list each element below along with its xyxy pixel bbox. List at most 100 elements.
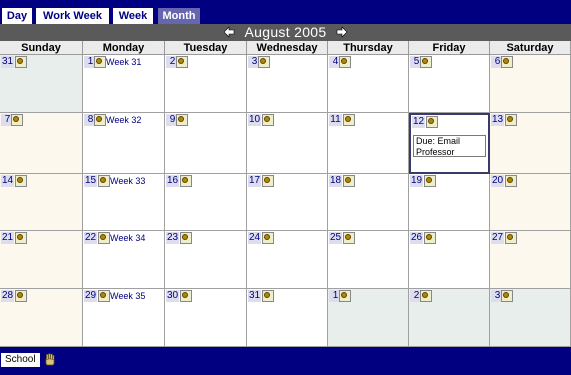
day-cell[interactable]: 24 — [247, 231, 328, 289]
day-cell[interactable]: 4 — [328, 55, 409, 113]
add-event-icon[interactable] — [180, 175, 192, 187]
day-number[interactable]: 22 — [84, 232, 98, 244]
day-number[interactable]: 24 — [248, 232, 262, 244]
day-cell[interactable]: 16 — [165, 174, 247, 231]
day-cell[interactable]: 31 — [247, 289, 328, 347]
add-event-icon[interactable] — [262, 290, 274, 302]
hand-icon[interactable] — [43, 353, 57, 367]
add-event-icon[interactable] — [98, 290, 110, 302]
day-cell[interactable]: 11 — [328, 113, 409, 174]
add-event-icon[interactable] — [15, 175, 27, 187]
day-number[interactable]: 20 — [491, 175, 505, 187]
add-event-icon[interactable] — [339, 56, 351, 68]
add-event-icon[interactable] — [501, 56, 513, 68]
day-number[interactable]: 18 — [329, 175, 343, 187]
day-number[interactable]: 13 — [491, 114, 505, 126]
tab-day[interactable]: Day — [2, 8, 32, 24]
day-cell[interactable]: 28 — [0, 289, 83, 347]
add-event-icon[interactable] — [98, 175, 110, 187]
day-number[interactable]: 26 — [410, 232, 424, 244]
day-cell[interactable]: 2 — [409, 289, 490, 347]
day-cell[interactable]: 10 — [247, 113, 328, 174]
day-cell[interactable]: 19 — [409, 174, 490, 231]
add-event-icon[interactable] — [11, 114, 23, 126]
add-event-icon[interactable] — [501, 290, 513, 302]
week-number-label[interactable]: Week 33 — [110, 175, 145, 187]
day-number[interactable]: 29 — [84, 290, 98, 302]
add-event-icon[interactable] — [343, 232, 355, 244]
add-event-icon[interactable] — [505, 232, 517, 244]
week-number-label[interactable]: Week 35 — [110, 290, 145, 302]
add-event-icon[interactable] — [339, 290, 351, 302]
add-event-icon[interactable] — [424, 232, 436, 244]
day-number[interactable]: 17 — [248, 175, 262, 187]
day-cell[interactable]: 7 — [0, 113, 83, 174]
day-number[interactable]: 23 — [166, 232, 180, 244]
add-event-icon[interactable] — [343, 114, 355, 126]
day-cell[interactable]: 3 — [490, 289, 571, 347]
day-cell[interactable]: 20 — [490, 174, 571, 231]
right-arrow-icon[interactable] — [336, 26, 348, 38]
day-cell[interactable]: 26 — [409, 231, 490, 289]
day-cell[interactable]: 29 Week 35 — [83, 289, 165, 347]
day-number[interactable]: 28 — [1, 290, 15, 302]
add-event-icon[interactable] — [94, 114, 106, 126]
day-cell[interactable]: 12 Due: Email Professor — [409, 113, 490, 174]
day-cell[interactable]: 31 — [0, 55, 83, 113]
day-cell[interactable]: 8 Week 32 — [83, 113, 165, 174]
add-event-icon[interactable] — [424, 175, 436, 187]
day-cell[interactable]: 9 — [165, 113, 247, 174]
day-cell[interactable]: 6 — [490, 55, 571, 113]
day-number[interactable]: 31 — [248, 290, 262, 302]
add-event-icon[interactable] — [176, 114, 188, 126]
day-cell[interactable]: 23 — [165, 231, 247, 289]
add-event-icon[interactable] — [262, 114, 274, 126]
day-cell[interactable]: 1 Week 31 — [83, 55, 165, 113]
day-cell[interactable]: 13 — [490, 113, 571, 174]
day-cell[interactable]: 18 — [328, 174, 409, 231]
day-number[interactable]: 14 — [1, 175, 15, 187]
calendar-name-school[interactable]: School — [1, 353, 40, 367]
day-number[interactable]: 21 — [1, 232, 15, 244]
add-event-icon[interactable] — [15, 56, 27, 68]
day-cell[interactable]: 21 — [0, 231, 83, 289]
add-event-icon[interactable] — [176, 56, 188, 68]
day-number[interactable]: 30 — [166, 290, 180, 302]
add-event-icon[interactable] — [343, 175, 355, 187]
day-number[interactable]: 11 — [329, 114, 342, 126]
add-event-icon[interactable] — [262, 175, 274, 187]
add-event-icon[interactable] — [420, 290, 432, 302]
left-arrow-icon[interactable] — [223, 26, 235, 38]
tab-month[interactable]: Month — [158, 8, 200, 24]
add-event-icon[interactable] — [94, 56, 106, 68]
day-number[interactable]: 15 — [84, 175, 98, 187]
tab-week[interactable]: Week — [113, 8, 153, 24]
day-cell[interactable]: 14 — [0, 174, 83, 231]
day-cell[interactable]: 15 Week 33 — [83, 174, 165, 231]
calendar-event[interactable]: Due: Email Professor — [413, 135, 486, 157]
add-event-icon[interactable] — [258, 56, 270, 68]
day-cell[interactable]: 2 — [165, 55, 247, 113]
week-number-label[interactable]: Week 31 — [106, 56, 141, 68]
day-cell[interactable]: 27 — [490, 231, 571, 289]
day-number[interactable]: 12 — [412, 116, 426, 128]
add-event-icon[interactable] — [426, 116, 438, 128]
day-number[interactable]: 16 — [166, 175, 180, 187]
day-cell[interactable]: 22 Week 34 — [83, 231, 165, 289]
day-cell[interactable]: 17 — [247, 174, 328, 231]
day-number[interactable]: 10 — [248, 114, 262, 126]
add-event-icon[interactable] — [505, 114, 517, 126]
add-event-icon[interactable] — [505, 175, 517, 187]
day-cell[interactable]: 30 — [165, 289, 247, 347]
day-number[interactable]: 25 — [329, 232, 343, 244]
day-cell[interactable]: 3 — [247, 55, 328, 113]
add-event-icon[interactable] — [15, 232, 27, 244]
add-event-icon[interactable] — [15, 290, 27, 302]
day-cell[interactable]: 25 — [328, 231, 409, 289]
day-number[interactable]: 31 — [1, 56, 15, 68]
day-number[interactable]: 19 — [410, 175, 424, 187]
tab-work-week[interactable]: Work Week — [36, 8, 109, 24]
day-cell[interactable]: 1 — [328, 289, 409, 347]
add-event-icon[interactable] — [98, 232, 110, 244]
day-cell[interactable]: 5 — [409, 55, 490, 113]
